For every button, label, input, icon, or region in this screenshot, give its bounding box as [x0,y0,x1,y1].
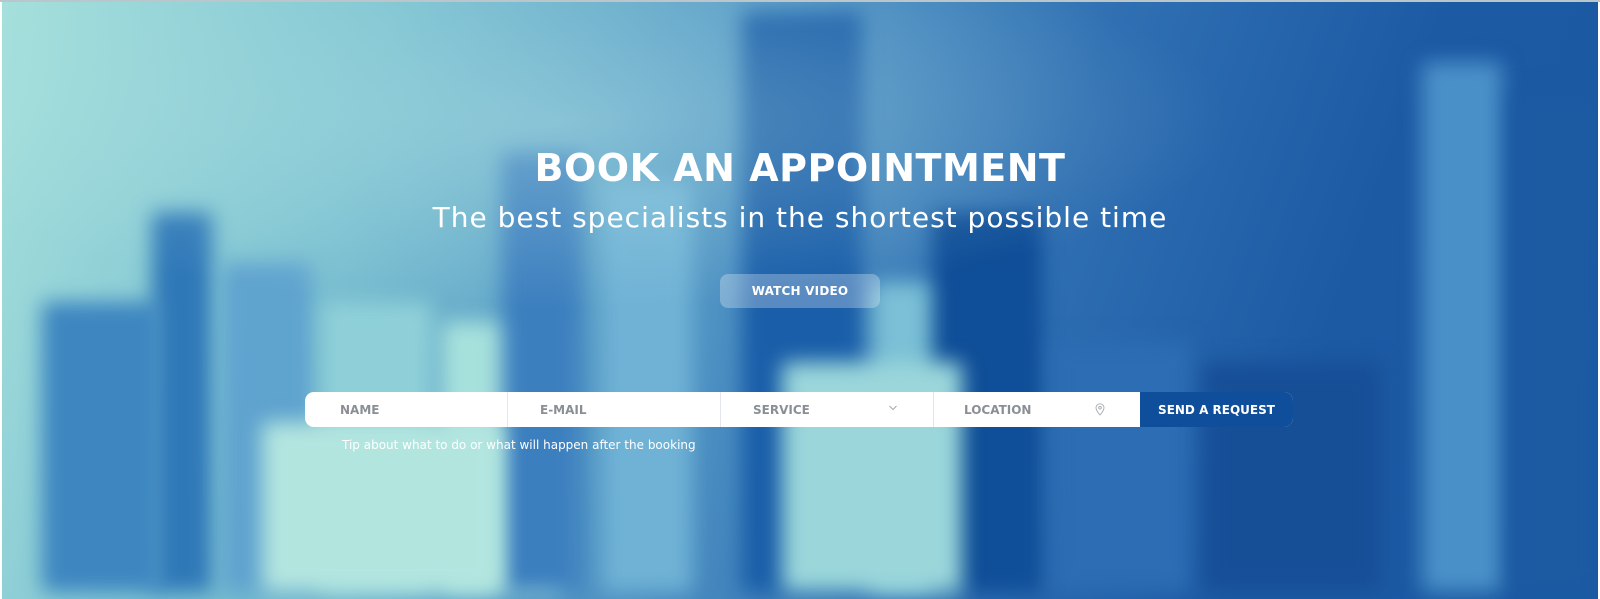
booking-tip: Tip about what to do or what will happen… [342,438,696,452]
map-pin-icon [1095,403,1105,416]
page-subtitle: The best specialists in the shortest pos… [432,201,1168,234]
hero-section: BOOK AN APPOINTMENT The best specialists… [2,2,1598,599]
location-input[interactable] [964,392,1140,427]
hero-background: BOOK AN APPOINTMENT The best specialists… [2,2,1598,599]
service-select-value: SERVICE [753,402,810,417]
email-field-container [508,392,721,427]
location-field-container [934,392,1140,427]
booking-form: SERVICE SEND A REQUEST [305,392,1293,427]
name-input[interactable] [340,392,507,427]
service-select[interactable]: SERVICE [721,392,934,427]
watch-video-button[interactable]: WATCH VIDEO [720,274,880,308]
name-field-container [305,392,508,427]
chevron-down-icon [889,405,897,411]
email-input[interactable] [540,392,720,427]
page-title: BOOK AN APPOINTMENT [534,146,1066,190]
send-request-button[interactable]: SEND A REQUEST [1140,392,1293,427]
